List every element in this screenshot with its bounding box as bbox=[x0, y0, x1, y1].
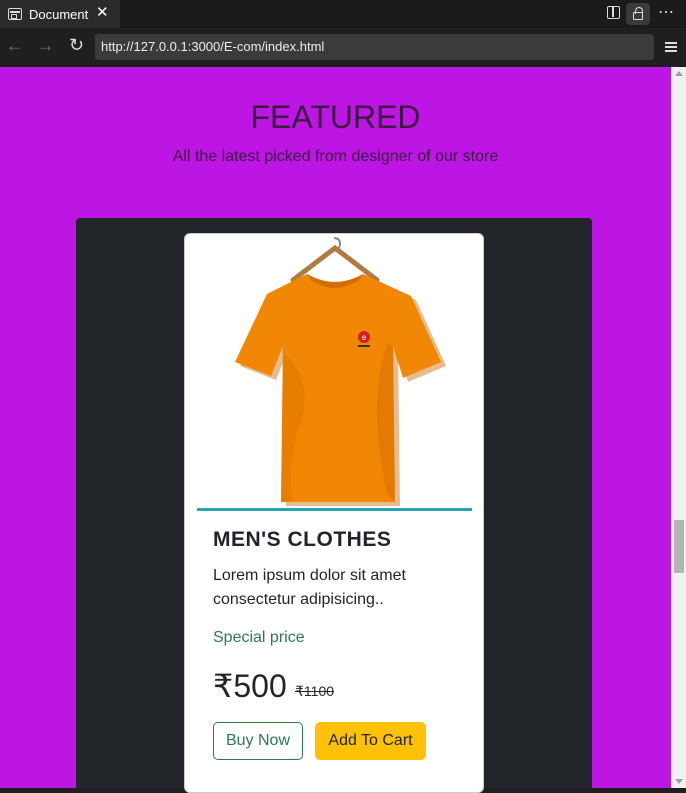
scroll-thumb[interactable] bbox=[674, 520, 684, 573]
address-bar-row: ← → ↻ http://127.0.0.1:3000/E-com/index.… bbox=[0, 28, 686, 67]
lock-icon bbox=[633, 7, 643, 20]
reload-icon[interactable]: ↻ bbox=[69, 35, 84, 56]
forward-icon[interactable]: → bbox=[37, 36, 54, 56]
featured-subheading: All the latest picked from designer of o… bbox=[172, 148, 499, 165]
card-title: MEN'S CLOTHES bbox=[213, 528, 392, 551]
scroll-down-icon[interactable] bbox=[675, 779, 683, 784]
menu-icon[interactable] bbox=[665, 42, 677, 52]
page-scrollbar[interactable] bbox=[671, 67, 686, 788]
document-icon bbox=[8, 8, 22, 20]
card-description: Lorem ipsum dolor sit amet consectetur a… bbox=[213, 567, 406, 608]
svg-text:e: e bbox=[362, 333, 367, 342]
back-icon[interactable]: ← bbox=[6, 36, 23, 56]
lock-button[interactable] bbox=[626, 3, 650, 25]
tab-title: Document bbox=[29, 6, 89, 22]
image-divider bbox=[197, 508, 472, 511]
product-card: e MEN'S CLOTHES Lorem ipsum dolor sit am… bbox=[184, 233, 484, 793]
tshirt-image: e bbox=[197, 234, 472, 510]
current-price: ₹500 bbox=[213, 668, 287, 704]
url-field[interactable]: http://127.0.0.1:3000/E-com/index.html bbox=[95, 34, 654, 60]
split-view-icon[interactable] bbox=[607, 6, 620, 19]
browser-tab-bar: Document ✕ ⋯ bbox=[0, 0, 686, 28]
buy-now-button[interactable]: Buy Now bbox=[213, 722, 303, 760]
close-icon[interactable]: ✕ bbox=[96, 5, 109, 21]
scroll-up-icon[interactable] bbox=[675, 71, 683, 76]
original-price: ₹1100 bbox=[295, 683, 335, 699]
more-icon[interactable]: ⋯ bbox=[658, 2, 674, 22]
special-price-label: Special price bbox=[213, 629, 305, 646]
tab-document[interactable]: Document ✕ bbox=[0, 0, 120, 28]
featured-heading: FEATURED bbox=[250, 99, 421, 135]
add-to-cart-button[interactable]: Add To Cart bbox=[315, 722, 426, 760]
